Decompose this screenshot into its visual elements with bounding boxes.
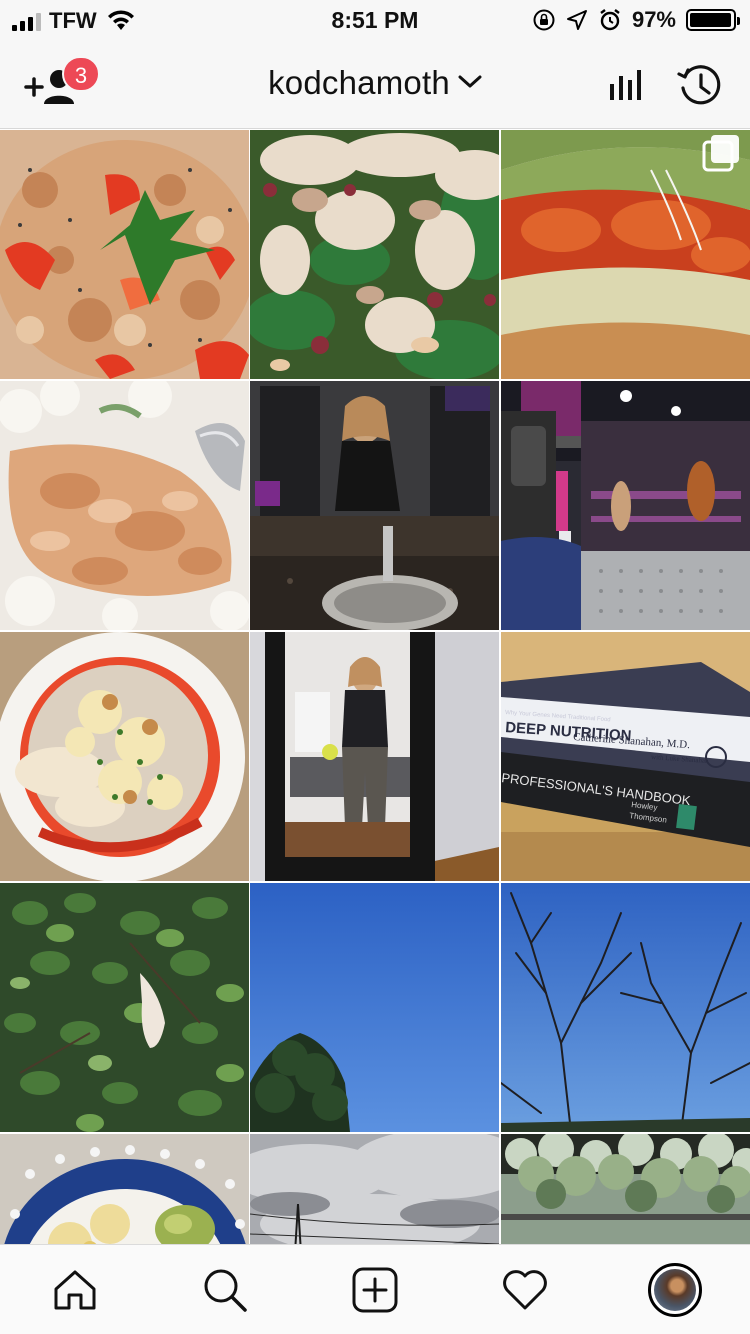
- profile-avatar: [648, 1263, 702, 1317]
- post-thumbnail[interactable]: [501, 883, 750, 1132]
- post-thumbnail[interactable]: [0, 632, 249, 881]
- post-thumbnail[interactable]: [0, 381, 249, 630]
- post-thumbnail[interactable]: [501, 1134, 750, 1244]
- post-thumbnail[interactable]: [250, 381, 499, 630]
- search-icon: [204, 1269, 247, 1312]
- history-icon[interactable]: [676, 62, 724, 110]
- post-thumbnail[interactable]: [250, 632, 499, 881]
- post-thumbnail[interactable]: [0, 1134, 249, 1244]
- tab-search[interactable]: [200, 1265, 250, 1315]
- orientation-lock-icon: [533, 9, 555, 31]
- post-thumbnail[interactable]: [501, 130, 750, 379]
- insights-icon[interactable]: [606, 64, 646, 104]
- bottom-tab-bar: [0, 1244, 750, 1334]
- post-thumbnail[interactable]: DEEP NUTRITION Catherine Shanahan, M.D. …: [501, 632, 750, 881]
- post-thumbnail[interactable]: [0, 883, 249, 1132]
- username: kodchamoth: [268, 64, 450, 101]
- tab-new-post[interactable]: [350, 1265, 400, 1315]
- status-bar: TFW 8:51 PM 97%: [0, 0, 750, 40]
- home-icon: [54, 1270, 96, 1310]
- post-thumbnail[interactable]: [501, 381, 750, 630]
- battery-percent: 97%: [631, 7, 676, 32]
- post-thumbnail[interactable]: [250, 1134, 499, 1244]
- profile-header: 3 kodchamoth: [0, 40, 750, 129]
- tab-profile[interactable]: [648, 1263, 702, 1317]
- alarm-icon: [600, 9, 620, 31]
- battery-icon: [686, 9, 740, 31]
- post-thumbnail[interactable]: [250, 130, 499, 379]
- tab-home[interactable]: [50, 1265, 100, 1315]
- post-thumbnail[interactable]: [250, 883, 499, 1132]
- activity-heart-icon: [503, 1270, 547, 1310]
- post-grid: DEEP NUTRITION Catherine Shanahan, M.D. …: [0, 130, 750, 1244]
- post-thumbnail[interactable]: [0, 130, 249, 379]
- chevron-down-icon: [458, 75, 482, 88]
- tab-activity[interactable]: [500, 1265, 550, 1315]
- location-arrow-icon: [566, 10, 587, 30]
- new-post-icon: [352, 1267, 398, 1313]
